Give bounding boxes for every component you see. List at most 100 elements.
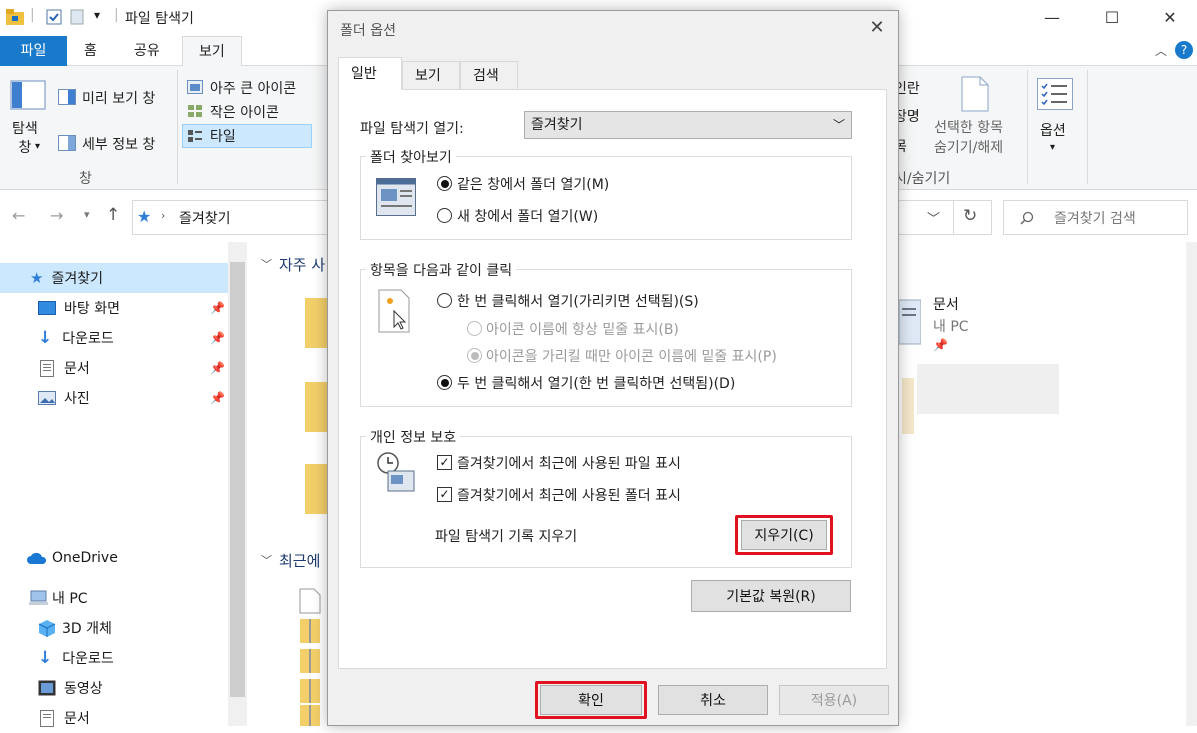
section-frequent-folders[interactable]: 자주 사 <box>279 254 325 275</box>
clear-history-label: 파일 탐색기 기록 지우기 <box>435 529 578 545</box>
sidebar-item-downloads-pc[interactable]: ↓ 다운로드 <box>0 643 228 673</box>
browse-folders-label: 폴더 찾아보기 <box>366 147 456 167</box>
ok-button[interactable]: 확인 <box>540 685 642 715</box>
preview-pane-button[interactable]: 미리 보기 창 <box>82 88 155 108</box>
sidebar-scroll-thumb[interactable] <box>230 262 245 697</box>
same-window-label[interactable]: 같은 창에서 폴더 열기(M) <box>457 174 609 194</box>
sidebar-item-pictures[interactable]: 사진 📌 <box>0 383 228 413</box>
zip-file-icon[interactable] <box>299 678 321 704</box>
dialog-close-icon[interactable]: ✕ <box>862 17 892 41</box>
help-icon[interactable]: ? <box>1175 41 1193 59</box>
radio-same-window[interactable] <box>437 176 452 191</box>
sidebar-item-this-pc[interactable]: 내 PC <box>0 583 228 613</box>
layout-small-icons[interactable]: 작은 아이콘 <box>210 102 279 122</box>
recent-locations-chevron-icon[interactable]: ▾ <box>84 208 90 221</box>
recent-files-label[interactable]: 즐겨찾기에서 최근에 사용된 파일 표시 <box>457 453 681 473</box>
minimize-button[interactable]: — <box>1023 0 1081 34</box>
small-icons-icon <box>188 105 202 117</box>
pin-icon[interactable]: 📌 <box>210 391 225 405</box>
back-arrow-icon[interactable]: ← <box>12 206 25 225</box>
layout-tiles[interactable]: 타일 <box>210 126 236 146</box>
sidebar-item-3d-objects[interactable]: 3D 개체 <box>0 613 228 643</box>
documents-folder-icon[interactable] <box>899 298 921 346</box>
single-click-label[interactable]: 한 번 클릭해서 열기(가리키면 선택됨)(S) <box>457 291 699 311</box>
new-window-label[interactable]: 새 창에서 폴더 열기(W) <box>457 206 598 226</box>
sidebar-scrollbar[interactable] <box>228 242 247 726</box>
pin-icon[interactable]: 📌 <box>210 331 225 345</box>
click-items-label: 항목을 다음과 같이 클릭 <box>366 260 517 280</box>
folder-options-dialog: 폴더 옵션 ✕ 일반 보기 검색 파일 탐색기 열기: 즐겨찾기 ﹀ 폴더 찾아… <box>327 10 899 726</box>
pane-group-label: 창 <box>79 171 92 187</box>
restore-defaults-button[interactable]: 기본값 복원(R) <box>691 580 851 612</box>
search-box[interactable]: 즐겨찾기 검색 <box>1003 200 1188 235</box>
tab-share[interactable]: 공유 <box>118 36 176 66</box>
tiles-icon <box>188 130 202 142</box>
properties-icon[interactable] <box>46 9 62 25</box>
breadcrumb-separator-icon[interactable]: › <box>161 209 165 222</box>
folder-icon[interactable] <box>305 460 329 516</box>
tab-general[interactable]: 일반 <box>338 57 402 90</box>
document-icon <box>40 359 54 377</box>
zip-file-icon[interactable] <box>299 618 321 644</box>
section-recent-files[interactable]: 최근에 <box>279 550 320 571</box>
hide-selected-items-button[interactable]: 선택한 항목 숨기기/해제 <box>934 118 1003 158</box>
refresh-icon[interactable]: ↻ <box>963 206 977 226</box>
star-icon: ★ <box>30 269 44 287</box>
folder-icon[interactable] <box>305 294 329 350</box>
pin-icon[interactable]: 📌 <box>210 301 225 315</box>
content-scrollbar[interactable] <box>1186 242 1197 726</box>
details-pane-icon <box>58 135 76 151</box>
sidebar-item-videos[interactable]: 동영상 <box>0 673 228 703</box>
sidebar-item-documents[interactable]: 문서 📌 <box>0 353 228 383</box>
sidebar-item-desktop[interactable]: 바탕 화면 📌 <box>0 293 228 323</box>
collapse-ribbon-icon[interactable]: ︿ <box>1155 42 1167 59</box>
forward-arrow-icon[interactable]: → <box>50 206 63 225</box>
checkbox-recent-files[interactable]: ✓ <box>437 455 452 470</box>
pin-icon[interactable]: 📌 <box>210 361 225 375</box>
double-click-label[interactable]: 두 번 클릭해서 열기(한 번 클릭하면 선택됨)(D) <box>457 373 735 393</box>
sidebar-item-onedrive[interactable]: OneDrive <box>0 543 228 573</box>
address-text: 즐겨찾기 <box>179 211 231 227</box>
zip-file-icon[interactable] <box>299 704 321 726</box>
collapse-chevron-icon[interactable]: ﹀ <box>261 552 272 568</box>
maximize-button[interactable]: ☐ <box>1083 0 1141 34</box>
pin-icon[interactable]: 📌 <box>933 338 948 352</box>
privacy-label: 개인 정보 보호 <box>366 427 461 447</box>
radio-new-window[interactable] <box>437 208 452 223</box>
tab-view[interactable]: 보기 <box>182 36 242 66</box>
checkbox-recent-folders[interactable]: ✓ <box>437 487 452 502</box>
sidebar-item-quick-access[interactable]: ★ 즐겨찾기 <box>0 263 228 293</box>
tile-documents-name[interactable]: 문서 <box>933 294 959 314</box>
sidebar-item-downloads[interactable]: ↓ 다운로드 📌 <box>0 323 228 353</box>
open-explorer-select[interactable]: 즐겨찾기 ﹀ <box>524 111 852 139</box>
tab-file[interactable]: 파일 <box>0 36 67 66</box>
collapse-chevron-icon[interactable]: ﹀ <box>261 256 272 272</box>
address-dropdown-icon[interactable]: ﹀ <box>927 208 940 227</box>
zip-file-icon[interactable] <box>299 648 321 674</box>
options-button[interactable]: 옵션 <box>1040 120 1066 140</box>
close-window-button[interactable]: ✕ <box>1141 0 1197 34</box>
download-icon: ↓ <box>38 328 53 348</box>
file-icon[interactable] <box>299 588 321 614</box>
layout-extra-large-icons[interactable]: 아주 큰 아이콘 <box>210 78 296 98</box>
tab-search[interactable]: 검색 <box>460 61 518 89</box>
underline-always-label: 아이콘 이름에 항상 밑줄 표시(B) <box>486 322 679 338</box>
clear-history-button[interactable]: 지우기(C) <box>741 520 827 550</box>
radio-single-click[interactable] <box>437 293 452 308</box>
apply-button: 적용(A) <box>779 685 889 715</box>
details-pane-button[interactable]: 세부 정보 창 <box>82 134 155 154</box>
tab-home[interactable]: 홈 <box>68 36 113 66</box>
new-folder-icon[interactable] <box>70 9 84 25</box>
cancel-button[interactable]: 취소 <box>658 685 768 715</box>
show-hide-group-label: 시/숨기기 <box>894 171 951 187</box>
sidebar-item-documents-pc[interactable]: 문서 <box>0 703 228 733</box>
folder-icon[interactable] <box>902 378 914 434</box>
up-arrow-icon[interactable]: ↑ <box>106 205 120 225</box>
folder-icon[interactable] <box>305 378 329 434</box>
recent-folders-label[interactable]: 즐겨찾기에서 최근에 사용된 폴더 표시 <box>457 485 681 505</box>
quick-access-dropdown-icon[interactable]: ▾ <box>94 8 100 22</box>
tab-view[interactable]: 보기 <box>402 61 460 89</box>
radio-double-click[interactable] <box>437 375 452 390</box>
navigation-pane-button[interactable]: 탐색 창 <box>12 120 38 158</box>
video-icon <box>38 680 56 696</box>
